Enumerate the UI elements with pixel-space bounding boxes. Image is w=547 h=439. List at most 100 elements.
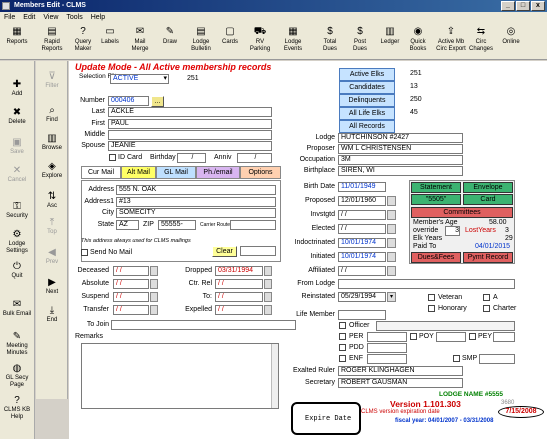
toolbar-draw-button[interactable]: ✎ Draw bbox=[158, 26, 182, 46]
officer-checkbox[interactable] bbox=[339, 322, 346, 329]
status-date-field[interactable]: / / bbox=[113, 292, 149, 302]
nav-find-button[interactable]: ⌕ Find bbox=[36, 105, 68, 124]
date-field[interactable]: / / bbox=[338, 224, 386, 234]
address1-field[interactable]: #13 bbox=[116, 197, 276, 207]
toolbar-mail-merge-button[interactable]: ✉ Mail Merge bbox=[126, 26, 154, 52]
calendar-dropdown-icon[interactable] bbox=[387, 266, 396, 276]
veteran-checkbox[interactable] bbox=[428, 294, 435, 301]
toolbar-total-dues-button[interactable]: $ Total Dues bbox=[316, 26, 344, 52]
enf-field[interactable] bbox=[367, 354, 407, 364]
anniv-field[interactable]: / bbox=[237, 153, 272, 163]
zip-field[interactable]: 55555- bbox=[158, 220, 196, 230]
calendar-dropdown-icon[interactable] bbox=[387, 196, 396, 206]
sidebar-delete-button[interactable]: ✖ Delete bbox=[1, 107, 33, 126]
pymt-record-button[interactable]: Pymt Record bbox=[463, 252, 513, 263]
calendar-dropdown-icon[interactable] bbox=[387, 252, 396, 262]
tab-alt-mail[interactable]: Alt Mail bbox=[121, 166, 156, 179]
toolbar-ledger-button[interactable]: ▥ Ledger bbox=[378, 26, 402, 46]
close-button[interactable]: x bbox=[531, 1, 545, 11]
menu-file[interactable]: File bbox=[4, 14, 15, 21]
nav-filter-button[interactable]: ⊽ Filter bbox=[36, 71, 68, 90]
last-name-field[interactable]: ACKLE bbox=[108, 107, 272, 117]
id-card-checkbox[interactable] bbox=[109, 154, 116, 161]
charter-checkbox[interactable] bbox=[483, 305, 490, 312]
exalted-ruler-field[interactable]: ROGER KLINGHAGEN bbox=[338, 366, 463, 376]
city-field[interactable]: SOMECITY bbox=[116, 208, 276, 218]
secretary-field[interactable]: ROBERT GAUSMAN bbox=[338, 378, 463, 388]
date-field[interactable]: 12/01/1960 bbox=[338, 196, 386, 206]
nav-asc-button[interactable]: ⇅ Asc bbox=[36, 191, 68, 210]
calendar-dropdown-icon[interactable] bbox=[264, 305, 272, 315]
number-field[interactable]: 000406 bbox=[108, 96, 149, 106]
pey-field[interactable] bbox=[493, 332, 515, 342]
toolbar-post-dues-button[interactable]: $ Post Dues bbox=[348, 26, 372, 52]
birthplace-field[interactable]: SIREN, WI bbox=[338, 166, 463, 176]
from-lodge-field[interactable] bbox=[338, 279, 515, 289]
calendar-dropdown-icon[interactable] bbox=[150, 305, 158, 315]
status-date-field[interactable]: / / bbox=[113, 279, 149, 289]
remarks-textarea[interactable] bbox=[81, 343, 279, 409]
code-button[interactable]: "5505" bbox=[411, 194, 461, 205]
smp-checkbox[interactable] bbox=[453, 355, 460, 362]
pdd-checkbox[interactable] bbox=[339, 344, 346, 351]
sidebar-kb-help-button[interactable]: ? CLMS KB Help bbox=[1, 395, 33, 420]
status-date2-field[interactable]: 03/31/1994 bbox=[215, 266, 263, 276]
calendar-dropdown-icon[interactable] bbox=[387, 210, 396, 220]
lodge-field[interactable]: HUTCHINSON #2427 bbox=[338, 133, 463, 143]
calendar-dropdown-icon[interactable] bbox=[264, 292, 272, 302]
remarks-scrollbar[interactable] bbox=[271, 344, 278, 408]
override-field[interactable]: 3 bbox=[445, 226, 460, 236]
sidebar-save-button[interactable]: ▣ Save bbox=[1, 137, 33, 156]
status-date2-field[interactable]: / / bbox=[215, 279, 263, 289]
sidebar-meeting-minutes-button[interactable]: ✎ Meeting Minutes bbox=[1, 331, 33, 356]
poy-field[interactable] bbox=[436, 332, 466, 342]
toolbar-labels-button[interactable]: ▭ Labels bbox=[98, 26, 122, 46]
sidebar-quit-button[interactable]: ⏻ Quit bbox=[1, 261, 33, 280]
nav-explore-button[interactable]: ◈ Explore bbox=[36, 161, 68, 180]
menu-help[interactable]: Help bbox=[91, 14, 105, 21]
poy-checkbox[interactable] bbox=[410, 333, 417, 340]
state-field[interactable]: AZ bbox=[116, 220, 139, 230]
toolbar-cards-button[interactable]: ▢ Cards bbox=[218, 26, 242, 46]
stat-candidates-button[interactable]: Candidates bbox=[339, 81, 395, 94]
toolbar-lodge-bulletin-button[interactable]: ▤ Lodge Bulletin bbox=[186, 26, 216, 52]
pdd-field[interactable] bbox=[367, 343, 407, 353]
selection-filter-select[interactable]: ACTIVE ▾ bbox=[110, 74, 169, 84]
calendar-dropdown-icon[interactable] bbox=[150, 292, 158, 302]
toolbar-export-button[interactable]: ⇪ Active Mb Circ Export bbox=[436, 26, 466, 52]
date-field[interactable]: / / bbox=[338, 210, 386, 220]
calendar-dropdown-icon[interactable] bbox=[264, 279, 272, 289]
per-checkbox[interactable] bbox=[339, 333, 346, 340]
date-field[interactable]: 10/01/1974 bbox=[338, 238, 386, 248]
date-field[interactable]: 11/01/1949 bbox=[338, 182, 386, 192]
stat-all-life-elks-button[interactable]: All Life Elks bbox=[339, 107, 395, 120]
tab-options[interactable]: Options bbox=[240, 166, 281, 179]
tab-cur-mail[interactable]: Cur Mail bbox=[81, 166, 121, 179]
address-field[interactable]: 555 N. OAK bbox=[116, 185, 276, 195]
status-date2-field[interactable]: / / bbox=[215, 292, 263, 302]
proposer-field[interactable]: WM L CHRISTENSEN bbox=[338, 144, 463, 154]
calendar-dropdown-icon[interactable] bbox=[387, 224, 396, 234]
pey-checkbox[interactable] bbox=[469, 333, 476, 340]
tab-gl-mail[interactable]: GL Mail bbox=[156, 166, 196, 179]
officer-select[interactable] bbox=[376, 321, 515, 331]
life-member-field[interactable] bbox=[338, 310, 386, 320]
nav-top-button[interactable]: ⤒ Top bbox=[36, 217, 68, 236]
date-field[interactable]: 10/01/1974 bbox=[338, 252, 386, 262]
clear-button[interactable]: Clear bbox=[212, 246, 237, 257]
toolbar-lodge-events-button[interactable]: ▦ Lodge Events bbox=[276, 26, 310, 52]
spouse-field[interactable]: JEANIE bbox=[108, 141, 272, 151]
a-checkbox[interactable] bbox=[483, 294, 490, 301]
sidebar-bulk-email-button[interactable]: ✉ Bulk Email bbox=[1, 299, 33, 318]
occupation-field[interactable]: 3M bbox=[338, 155, 463, 165]
status-date-field[interactable]: / / bbox=[113, 305, 149, 315]
status-date2-field[interactable]: / / bbox=[215, 305, 263, 315]
committees-button[interactable]: Committees bbox=[411, 207, 513, 218]
stat-delinquents-button[interactable]: Delinquents bbox=[339, 94, 395, 107]
carrier-route-field[interactable] bbox=[230, 220, 276, 230]
toolbar-reports-button[interactable]: ▦ Reports bbox=[2, 26, 32, 46]
toolbar-quick-books-button[interactable]: ◉ Quick Books bbox=[406, 26, 430, 52]
clear-extra-field[interactable] bbox=[240, 246, 276, 256]
toolbar-online-button[interactable]: ◎ Online bbox=[498, 26, 524, 46]
reinstated-field[interactable]: 05/29/1994 bbox=[338, 292, 386, 302]
